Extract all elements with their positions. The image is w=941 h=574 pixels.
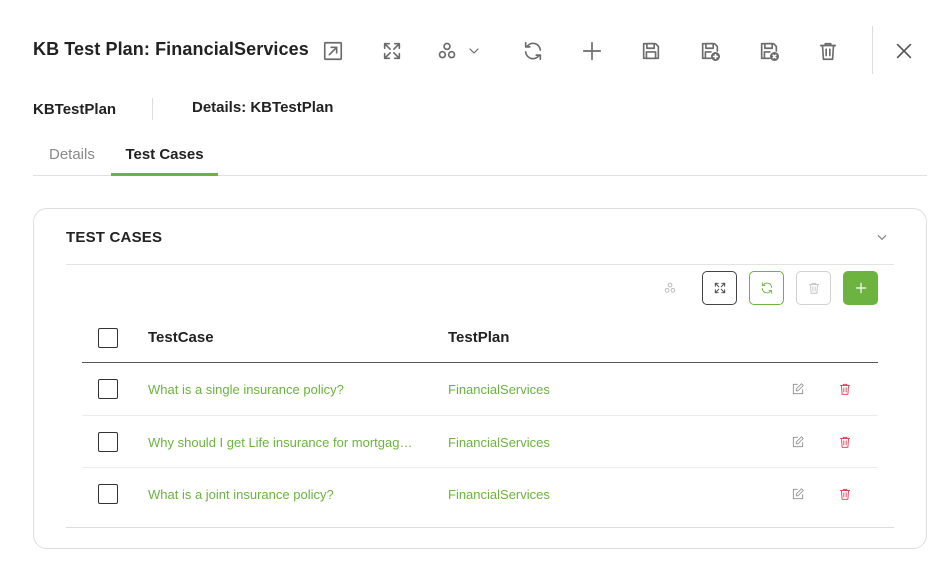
test-cases-table: TestCase TestPlan What is a single insur… <box>82 315 878 521</box>
add-button[interactable] <box>577 36 607 66</box>
testplan-link[interactable]: FinancialServices <box>448 487 648 502</box>
row-checkbox[interactable] <box>98 484 118 504</box>
edit-icon <box>792 435 804 447</box>
edit-row-button[interactable] <box>789 433 807 451</box>
toolbar-divider <box>872 26 873 74</box>
panel-footer-divider <box>66 527 894 528</box>
open-external-button[interactable] <box>318 36 348 66</box>
add-icon <box>582 41 602 61</box>
tab-test-cases[interactable]: Test Cases <box>111 140 218 176</box>
group-icon <box>664 282 675 293</box>
open-external-icon <box>323 41 343 61</box>
save-new-icon <box>701 42 720 61</box>
edit-row-button[interactable] <box>789 380 807 398</box>
save-close-button[interactable] <box>754 36 784 66</box>
edit-row-button[interactable] <box>789 485 807 503</box>
group-icon <box>438 42 456 59</box>
edit-icon <box>792 383 804 395</box>
group-dropdown-button[interactable] <box>436 36 488 66</box>
save-button[interactable] <box>636 36 666 66</box>
page-title: KB Test Plan: FinancialServices <box>33 39 309 59</box>
table-row: Why should I get Life insurance for mort… <box>82 416 878 468</box>
tab-bar: Details Test Cases <box>33 140 927 176</box>
trash-icon <box>819 42 837 61</box>
collapse-panel-button[interactable] <box>872 227 892 247</box>
column-header-testcase[interactable]: TestCase <box>148 329 214 346</box>
expand-icon <box>383 42 401 60</box>
tab-details[interactable]: Details <box>49 140 95 176</box>
refresh-icon <box>524 41 542 61</box>
testplan-link[interactable]: FinancialServices <box>448 382 648 397</box>
save-new-button[interactable] <box>695 36 725 66</box>
subheader-divider <box>152 98 153 120</box>
test-cases-panel: TEST CASES TestCase TestPlan What is a s… <box>33 208 927 549</box>
row-checkbox[interactable] <box>98 379 118 399</box>
edit-icon <box>792 488 804 500</box>
testcase-link[interactable]: What is a joint insurance policy? <box>148 487 418 502</box>
panel-divider <box>66 264 894 265</box>
expand-button[interactable] <box>377 36 407 66</box>
trash-icon <box>839 488 851 500</box>
delete-selected-button[interactable] <box>796 271 831 305</box>
expand-grid-button[interactable] <box>702 271 737 305</box>
panel-title: TEST CASES <box>66 229 163 246</box>
select-all-checkbox[interactable] <box>98 328 118 348</box>
close-icon <box>896 43 912 59</box>
row-checkbox[interactable] <box>98 431 118 452</box>
delete-row-button[interactable] <box>836 485 854 503</box>
table-header: TestCase TestPlan <box>82 315 878 363</box>
close-button[interactable] <box>889 36 919 66</box>
testcase-link[interactable]: Why should I get Life insurance for mort… <box>148 435 418 450</box>
expand-icon <box>714 282 725 294</box>
trash-icon <box>808 282 819 294</box>
record-details: Details: KBTestPlan <box>192 99 334 116</box>
refresh-button[interactable] <box>518 36 548 66</box>
delete-button[interactable] <box>813 36 843 66</box>
chevron-down-icon <box>469 48 479 54</box>
save-icon <box>642 42 660 60</box>
refresh-icon <box>761 282 772 294</box>
delete-row-button[interactable] <box>836 380 854 398</box>
testcase-link[interactable]: What is a single insurance policy? <box>148 382 418 397</box>
group-button[interactable] <box>652 271 687 305</box>
save-close-icon <box>760 42 779 61</box>
chevron-down-icon <box>877 234 887 241</box>
trash-icon <box>839 383 851 395</box>
delete-row-button[interactable] <box>836 433 854 451</box>
table-row: What is a joint insurance policy? Financ… <box>82 468 878 521</box>
form-header: KB Test Plan: FinancialServices <box>0 0 941 100</box>
refresh-grid-button[interactable] <box>749 271 784 305</box>
add-test-case-button[interactable] <box>843 271 878 305</box>
record-name: KBTestPlan <box>33 100 117 118</box>
column-header-testplan[interactable]: TestPlan <box>448 329 509 346</box>
add-icon <box>855 282 866 294</box>
trash-icon <box>839 436 851 448</box>
testplan-link[interactable]: FinancialServices <box>448 435 648 450</box>
table-row: What is a single insurance policy? Finan… <box>82 363 878 416</box>
